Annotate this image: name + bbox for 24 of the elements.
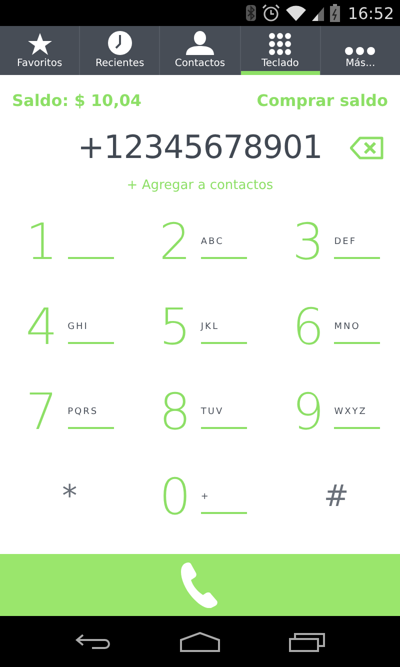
alarm-clock-icon bbox=[262, 4, 280, 22]
clock-icon bbox=[108, 31, 132, 55]
clock-time: 16:52 bbox=[348, 4, 394, 22]
tab[interactable]: Teclado bbox=[240, 26, 321, 75]
tab[interactable]: Contactos bbox=[160, 26, 241, 75]
balance-label: Saldo: $ 10,04 bbox=[12, 91, 142, 110]
dial-key[interactable]: * bbox=[0, 454, 134, 539]
person-icon bbox=[186, 31, 214, 55]
wifi-icon bbox=[286, 5, 306, 21]
tab[interactable]: Más... bbox=[320, 26, 400, 75]
home-button[interactable] bbox=[180, 632, 220, 652]
tab[interactable]: Recientes bbox=[80, 26, 160, 75]
dial-key[interactable]: 0 + bbox=[133, 454, 267, 539]
phone-number-field[interactable]: +12345678901 bbox=[78, 128, 322, 166]
tab[interactable]: Favoritos bbox=[0, 26, 80, 75]
signal-icon bbox=[312, 5, 324, 21]
more-icon bbox=[345, 47, 376, 55]
dial-key[interactable]: # bbox=[266, 454, 400, 539]
back-button[interactable] bbox=[74, 632, 111, 650]
battery-icon bbox=[330, 4, 340, 22]
recent-apps-button[interactable] bbox=[289, 632, 326, 652]
star-icon bbox=[28, 33, 52, 55]
keypad-icon bbox=[269, 33, 292, 55]
bluetooth-icon bbox=[246, 5, 256, 21]
